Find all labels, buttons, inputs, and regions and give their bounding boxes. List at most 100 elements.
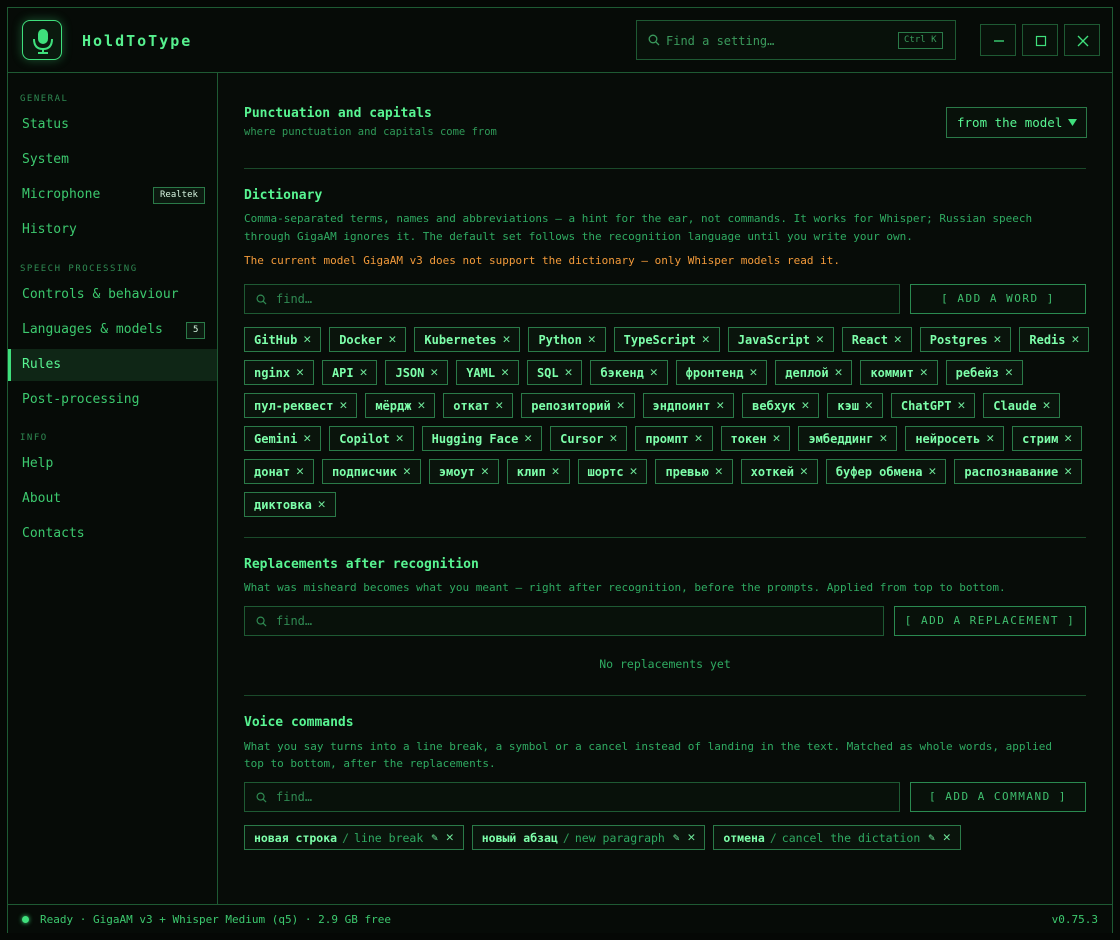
sidebar-item-status[interactable]: Status xyxy=(8,109,217,141)
commands-find[interactable] xyxy=(244,782,900,812)
settings-search[interactable]: Ctrl K xyxy=(636,20,956,60)
dictionary-word-chip[interactable]: Redis ✕ xyxy=(1019,327,1090,352)
add-word-button[interactable]: [ ADD A WORD ] xyxy=(910,284,1086,314)
dictionary-word-chip[interactable]: превью ✕ xyxy=(655,459,733,484)
minimize-button[interactable] xyxy=(980,24,1016,56)
remove-x-icon[interactable]: ✕ xyxy=(986,431,994,446)
dictionary-word-chip[interactable]: мёрдж ✕ xyxy=(365,393,436,418)
dictionary-word-chip[interactable]: хоткей ✕ xyxy=(740,459,818,484)
sidebar-item-post-processing[interactable]: Post-processing xyxy=(8,384,217,416)
dictionary-word-chip[interactable]: распознавание ✕ xyxy=(954,459,1083,484)
remove-x-icon[interactable]: ✕ xyxy=(695,431,703,446)
remove-x-icon[interactable]: ✕ xyxy=(389,332,397,347)
edit-pencil-icon[interactable]: ✎ xyxy=(673,831,680,844)
replacements-find-input[interactable] xyxy=(276,612,576,630)
add-replacement-button[interactable]: [ ADD A REPLACEMENT ] xyxy=(894,606,1086,636)
dictionary-word-chip[interactable]: Copilot ✕ xyxy=(329,426,414,451)
remove-x-icon[interactable]: ✕ xyxy=(403,464,411,479)
dictionary-word-chip[interactable]: Gemini ✕ xyxy=(244,426,322,451)
remove-x-icon[interactable]: ✕ xyxy=(609,431,617,446)
remove-x-icon[interactable]: ✕ xyxy=(773,431,781,446)
remove-x-icon[interactable]: ✕ xyxy=(565,365,573,380)
voice-command-item[interactable]: отмена / cancel the dictation ✎ ✕ xyxy=(713,825,961,850)
dictionary-word-chip[interactable]: Claude ✕ xyxy=(983,393,1061,418)
remove-x-icon[interactable]: ✕ xyxy=(650,365,658,380)
remove-x-icon[interactable]: ✕ xyxy=(1072,332,1080,347)
dictionary-word-chip[interactable]: токен ✕ xyxy=(720,426,791,451)
dictionary-word-chip[interactable]: кэш ✕ xyxy=(827,393,883,418)
remove-x-icon[interactable]: ✕ xyxy=(1005,365,1013,380)
dictionary-word-chip[interactable]: ChatGPT ✕ xyxy=(890,393,976,418)
edit-pencil-icon[interactable]: ✎ xyxy=(431,831,438,844)
remove-x-icon[interactable]: ✕ xyxy=(430,365,438,380)
remove-x-icon[interactable]: ✕ xyxy=(318,497,326,512)
dictionary-word-chip[interactable]: донат ✕ xyxy=(244,459,314,484)
remove-x-icon[interactable]: ✕ xyxy=(501,365,509,380)
sidebar-item-about[interactable]: About xyxy=(8,483,217,515)
remove-x-icon[interactable]: ✕ xyxy=(303,431,311,446)
voice-command-item[interactable]: новый абзац / new paragraph ✎ ✕ xyxy=(471,825,706,850)
remove-x-icon[interactable]: ✕ xyxy=(552,464,560,479)
dictionary-find[interactable] xyxy=(244,284,900,314)
dictionary-word-chip[interactable]: nginx ✕ xyxy=(244,360,314,385)
dictionary-word-chip[interactable]: стрим ✕ xyxy=(1012,426,1083,451)
punctuation-source-select[interactable]: from the model xyxy=(946,107,1087,138)
edit-pencil-icon[interactable]: ✎ xyxy=(928,831,935,844)
dictionary-word-chip[interactable]: фронтенд ✕ xyxy=(675,360,768,385)
dictionary-word-chip[interactable]: ребейз ✕ xyxy=(945,360,1023,385)
remove-x-icon[interactable]: ✕ xyxy=(687,830,695,845)
sidebar-item-help[interactable]: Help xyxy=(8,448,217,480)
remove-x-icon[interactable]: ✕ xyxy=(802,398,810,413)
remove-x-icon[interactable]: ✕ xyxy=(495,398,503,413)
remove-x-icon[interactable]: ✕ xyxy=(1043,398,1051,413)
remove-x-icon[interactable]: ✕ xyxy=(865,398,873,413)
remove-x-icon[interactable]: ✕ xyxy=(715,464,723,479)
dictionary-word-chip[interactable]: API ✕ xyxy=(321,360,378,385)
voice-command-item[interactable]: новая строка / line break ✎ ✕ xyxy=(244,825,464,850)
maximize-button[interactable] xyxy=(1022,24,1058,56)
dictionary-word-chip[interactable]: клип ✕ xyxy=(506,459,570,484)
remove-x-icon[interactable]: ✕ xyxy=(417,398,425,413)
dictionary-word-chip[interactable]: Postgres ✕ xyxy=(919,327,1012,352)
dictionary-word-chip[interactable]: эмоут ✕ xyxy=(428,459,499,484)
dictionary-word-chip[interactable]: TypeScript ✕ xyxy=(613,327,720,352)
sidebar-item-microphone[interactable]: Microphone Realtek xyxy=(8,179,217,211)
dictionary-word-chip[interactable]: GitHub ✕ xyxy=(244,327,322,352)
remove-x-icon[interactable]: ✕ xyxy=(481,464,489,479)
remove-x-icon[interactable]: ✕ xyxy=(630,464,638,479)
remove-x-icon[interactable]: ✕ xyxy=(524,431,532,446)
remove-x-icon[interactable]: ✕ xyxy=(396,431,404,446)
dictionary-word-chip[interactable]: нейросеть ✕ xyxy=(905,426,1005,451)
dictionary-word-chip[interactable]: JSON ✕ xyxy=(385,360,449,385)
dictionary-word-chip[interactable]: SQL ✕ xyxy=(526,360,583,385)
dictionary-word-chip[interactable]: JavaScript ✕ xyxy=(727,327,834,352)
remove-x-icon[interactable]: ✕ xyxy=(943,830,951,845)
remove-x-icon[interactable]: ✕ xyxy=(716,398,724,413)
dictionary-word-chip[interactable]: коммит ✕ xyxy=(860,360,938,385)
dictionary-word-chip[interactable]: диктовка ✕ xyxy=(244,492,336,517)
remove-x-icon[interactable]: ✕ xyxy=(879,431,887,446)
dictionary-word-chip[interactable]: YAML ✕ xyxy=(456,360,519,385)
dictionary-word-chip[interactable]: Hugging Face ✕ xyxy=(421,426,543,451)
settings-search-input[interactable] xyxy=(666,30,886,52)
remove-x-icon[interactable]: ✕ xyxy=(360,365,368,380)
remove-x-icon[interactable]: ✕ xyxy=(800,464,808,479)
remove-x-icon[interactable]: ✕ xyxy=(1064,464,1072,479)
remove-x-icon[interactable]: ✕ xyxy=(702,332,710,347)
dictionary-word-chip[interactable]: Kubernetes ✕ xyxy=(414,327,521,352)
dictionary-word-chip[interactable]: подписчик ✕ xyxy=(321,459,421,484)
add-command-button[interactable]: [ ADD A COMMAND ] xyxy=(910,782,1086,812)
dictionary-word-chip[interactable]: промпт ✕ xyxy=(635,426,713,451)
sidebar-item-contacts[interactable]: Contacts xyxy=(8,518,217,550)
dictionary-word-chip[interactable]: бэкенд ✕ xyxy=(590,360,668,385)
remove-x-icon[interactable]: ✕ xyxy=(296,365,304,380)
remove-x-icon[interactable]: ✕ xyxy=(588,332,596,347)
remove-x-icon[interactable]: ✕ xyxy=(749,365,757,380)
dictionary-word-chip[interactable]: деплой ✕ xyxy=(775,360,853,385)
remove-x-icon[interactable]: ✕ xyxy=(1064,431,1072,446)
sidebar-item-controls[interactable]: Controls & behaviour xyxy=(8,279,217,311)
replacements-find[interactable] xyxy=(244,606,884,636)
sidebar-item-system[interactable]: System xyxy=(8,144,217,176)
dictionary-word-chip[interactable]: пул-реквест ✕ xyxy=(244,393,358,418)
remove-x-icon[interactable]: ✕ xyxy=(617,398,625,413)
